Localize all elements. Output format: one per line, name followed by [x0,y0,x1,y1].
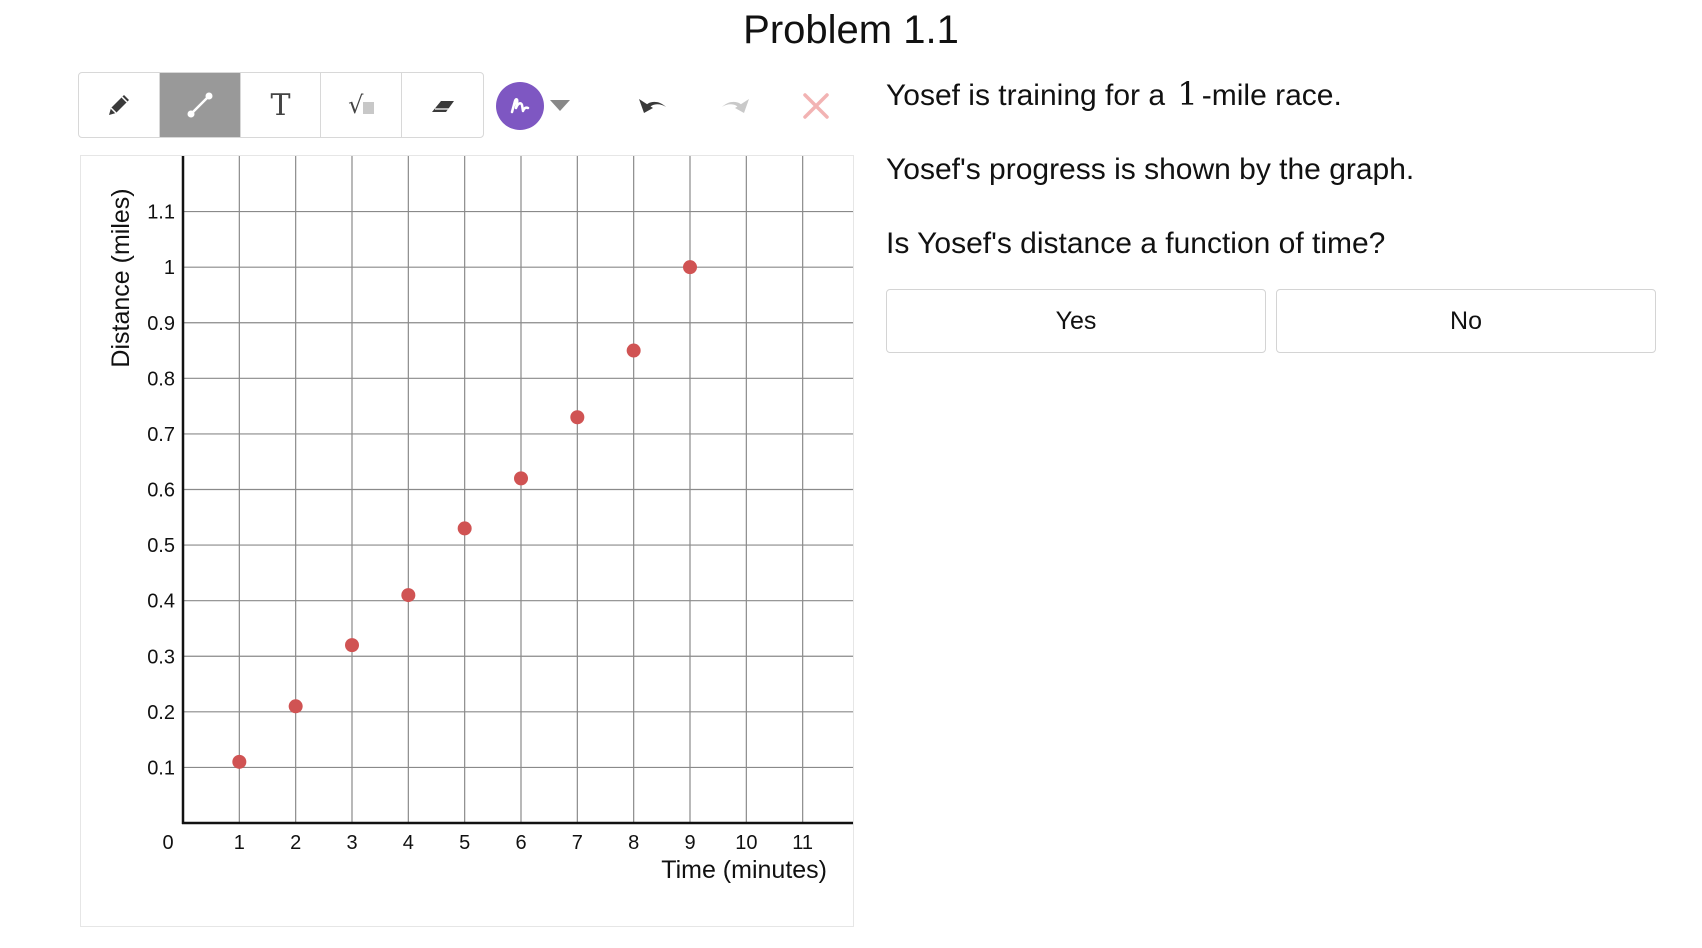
question-prompt: Is Yosef's distance a function of time? [886,227,1386,260]
clear-icon [803,93,829,119]
page-title: Problem 1.1 [743,8,959,52]
data-point [626,343,641,358]
math-tool-button[interactable]: √ [321,73,403,137]
chevron-down-icon[interactable] [549,98,571,114]
pen-color-button[interactable] [496,82,544,130]
pencil-icon [108,95,129,115]
data-point [683,260,697,275]
x-tick-label: 8 [628,832,639,854]
data-point [288,699,303,714]
x-tick-label: 0 [162,832,173,854]
y-tick-label: 0.6 [147,480,175,502]
eraser-tool-button[interactable] [402,73,483,137]
data-point [514,471,528,486]
undo-button[interactable] [634,86,674,126]
scatter-chart: 0 1 2 3 4 5 6 7 8 9 10 11 0.1 0.2 0.3 0.4 0.5 0.6 0.7 0.8 0.… [107,156,853,884]
y-tick-label: 0.9 [147,313,175,335]
redo-icon [722,99,749,113]
y-axis-title: Distance (miles) [107,188,135,367]
data-point [232,754,247,769]
undo-icon [639,99,666,113]
data-point [457,521,472,536]
x-tick-label: 5 [459,832,470,854]
y-tick-label: 0.8 [147,368,175,390]
line-segment-icon [187,92,213,118]
drawing-toolbar: T √ [78,72,484,138]
y-tick-label: 0.1 [147,757,175,779]
y-tick-label: 0.7 [147,424,175,446]
redo-button[interactable] [714,86,754,126]
x-tick-label: 1 [234,832,245,854]
x-tick-label: 9 [684,832,695,854]
pencil-tool-button[interactable] [79,73,160,137]
x-tick-label: 6 [515,832,526,854]
y-tick-label: 0.3 [147,646,175,668]
question-line-2: Yosef's progress is shown by the graph. [886,153,1415,186]
x-tick-label: 11 [792,832,813,854]
line-tool-button[interactable] [159,73,241,137]
text-tool-icon: T [270,87,291,123]
clear-button[interactable] [796,86,836,126]
text-tool-button[interactable]: T [241,73,322,137]
math-expression: 1 [1177,75,1198,113]
answer-yes-button[interactable]: Yes [886,289,1266,353]
x-axis-title: Time (minutes) [661,856,827,884]
data-point [570,410,585,425]
answer-no-button[interactable]: No [1276,289,1656,353]
x-tick-label: 7 [572,832,583,854]
x-tick-label: 4 [403,832,414,854]
data-point [401,588,416,603]
x-tick-label: 10 [735,832,757,854]
data-point [345,638,359,653]
graph-panel[interactable]: 0 1 2 3 4 5 6 7 8 9 10 11 0.1 0.2 0.3 0.4 0.5 0.6 0.7 0.8 0.… [80,155,854,927]
y-tick-label: 1 [164,257,175,279]
question-line-1: Yosef is training for a 1 -mile race. [886,75,1342,113]
y-tick-label: 0.2 [147,702,175,724]
x-tick-label: 3 [346,832,357,854]
math-root-icon: √ [348,91,375,119]
y-tick-label: 1.1 [147,202,175,224]
y-tick-label: 0.5 [147,535,175,557]
scribble-icon [510,98,530,114]
y-tick-label: 0.4 [147,591,175,613]
x-tick-label: 2 [290,832,301,854]
eraser-icon [431,101,454,112]
